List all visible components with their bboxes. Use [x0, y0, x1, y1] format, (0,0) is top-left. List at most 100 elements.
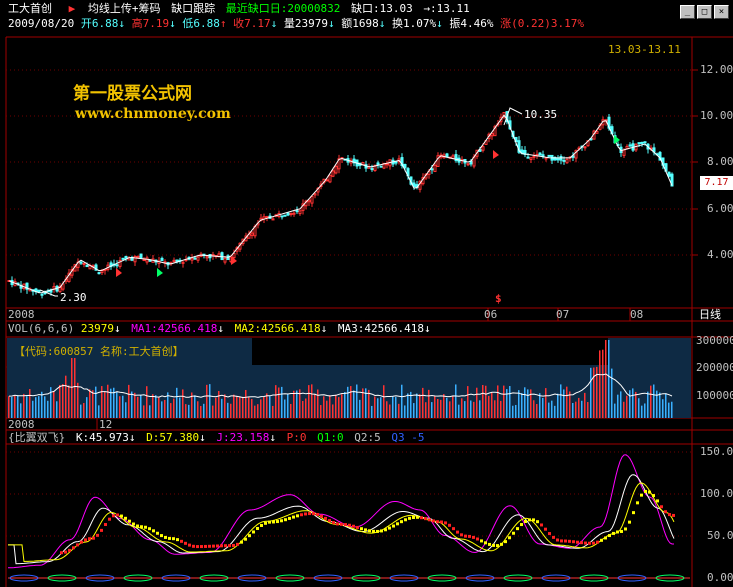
- kdj-dot: [240, 540, 243, 544]
- volume-bar: [347, 386, 349, 418]
- date-label-06: 06: [484, 308, 498, 321]
- kdj-dot: [64, 550, 67, 554]
- kdj-dot: [508, 536, 511, 540]
- candle-body: [232, 252, 236, 259]
- volume-bar: [515, 404, 517, 418]
- volume-bar: [239, 396, 241, 418]
- volume-bar: [206, 384, 208, 418]
- volume-bar: [632, 388, 634, 418]
- kdj-dot: [316, 513, 319, 517]
- y-ticks: [692, 69, 698, 256]
- candle-body: [310, 195, 314, 204]
- volume-bar: [617, 394, 619, 418]
- kdj-dot: [532, 518, 535, 522]
- kdj-dot: [220, 544, 223, 548]
- volume-bar: [437, 399, 439, 418]
- volume-bar: [284, 399, 286, 418]
- volume-bar: [560, 384, 562, 418]
- volume-bar: [566, 386, 568, 418]
- volume-bar: [422, 387, 424, 418]
- volume-bar: [509, 386, 511, 418]
- volume-bar: [74, 358, 76, 418]
- volume-bar: [170, 403, 172, 418]
- candle-body: [490, 133, 494, 137]
- candle-body: [139, 253, 143, 259]
- kdj-j-line: [8, 454, 674, 569]
- volume-bar: [293, 390, 295, 418]
- kdj-dot: [328, 519, 331, 523]
- kdj-dot: [564, 539, 567, 543]
- candle-body: [85, 264, 89, 268]
- kdj-dot: [196, 545, 199, 549]
- candle-body: [142, 258, 146, 261]
- candle-body: [538, 152, 542, 156]
- kdj-dot: [156, 531, 159, 535]
- volume-bar: [482, 385, 484, 418]
- kdj-dot: [376, 529, 379, 533]
- volume-bar: [332, 404, 334, 418]
- candle-body: [628, 144, 632, 147]
- kdj-dot: [148, 527, 151, 531]
- kdj-dot: [608, 534, 611, 538]
- volume-bar: [371, 405, 373, 418]
- kdj-dot: [332, 521, 335, 525]
- candle-body: [220, 252, 224, 261]
- volume-bar: [335, 394, 337, 418]
- kdj-dot: [152, 529, 155, 533]
- candle-body: [433, 164, 437, 173]
- y-tick-8: 8.00: [707, 155, 733, 168]
- volume-bar: [659, 392, 661, 418]
- vol-ma3: MA3:42566.418: [337, 322, 425, 335]
- kdj-dot: [208, 544, 211, 548]
- candle-body: [295, 210, 299, 213]
- kdj-dot: [136, 524, 139, 528]
- kdj-dot: [92, 536, 95, 540]
- period-label[interactable]: 日线: [699, 309, 721, 321]
- kdj-legend: {比翼双飞} K:45.973↓ D:57.380↓ J:23.158↓ P:0…: [8, 431, 425, 444]
- kdj-dot: [120, 514, 123, 518]
- volume-bar: [602, 349, 604, 418]
- kdj-dot: [648, 490, 651, 494]
- volume-bar: [476, 387, 478, 418]
- volume-bar: [326, 400, 328, 418]
- volume-bar: [35, 397, 37, 418]
- y-tick-4: 4.00: [707, 248, 733, 261]
- volume-bar: [599, 350, 601, 418]
- volume-bar: [398, 403, 400, 418]
- kdj-dot: [412, 515, 415, 519]
- kdj-dot: [640, 493, 643, 497]
- volume-bar: [143, 405, 145, 418]
- candle-body: [181, 261, 185, 264]
- kdj-dot: [464, 534, 467, 538]
- volume-bar: [650, 385, 652, 418]
- candle-body: [334, 165, 338, 174]
- volume-bar: [215, 397, 217, 418]
- kdj-dot: [336, 522, 339, 526]
- kdj-dot: [572, 540, 575, 544]
- volume-bar: [353, 390, 355, 418]
- volume-bar: [563, 389, 565, 418]
- volume-bar: [53, 391, 55, 418]
- volume-bar: [443, 394, 445, 418]
- candle-body: [172, 259, 176, 263]
- volume-bar: [425, 402, 427, 418]
- volume-bar: [20, 403, 22, 418]
- volume-bar: [245, 389, 247, 418]
- kdj-dot: [84, 538, 87, 542]
- candle-body: [40, 293, 44, 296]
- volume-bar: [488, 395, 490, 418]
- volume-bar: [23, 393, 25, 418]
- volume-bar: [641, 405, 643, 418]
- kdj-dot: [244, 537, 247, 541]
- volume-bar: [587, 402, 589, 418]
- current-price-badge: 7.17: [700, 176, 733, 190]
- volume-bar: [62, 384, 64, 418]
- volume-bar: [311, 384, 313, 418]
- kdj-dot: [232, 543, 235, 547]
- kdj-dot: [552, 535, 555, 539]
- candle-body: [640, 141, 644, 144]
- volume-bar: [80, 404, 82, 418]
- volume-bar: [581, 400, 583, 418]
- date-label-08: 08: [630, 308, 644, 321]
- kdj-dot: [644, 489, 647, 493]
